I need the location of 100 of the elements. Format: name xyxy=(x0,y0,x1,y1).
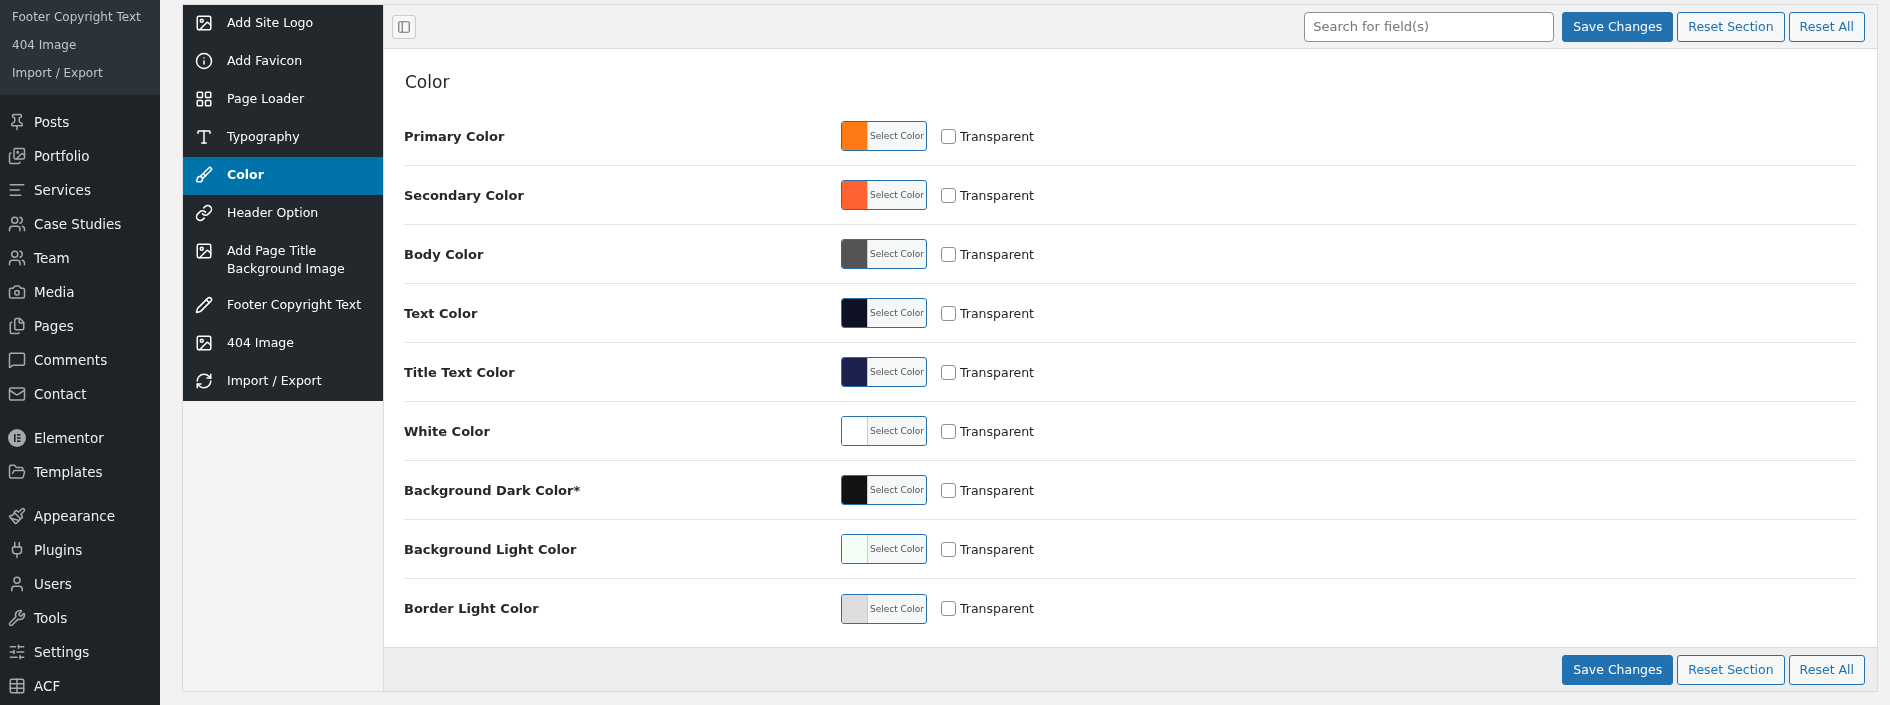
menu-item[interactable]: Pages xyxy=(0,309,160,343)
checkbox[interactable] xyxy=(941,541,956,557)
section-tab[interactable]: Typography xyxy=(183,119,383,157)
images-icon xyxy=(8,147,26,165)
submenu-item[interactable]: Footer Copyright Text xyxy=(0,3,160,31)
checkbox-label: Transparent xyxy=(960,187,1034,203)
menu-label: Case Studies xyxy=(34,216,122,232)
checkbox[interactable] xyxy=(941,364,956,380)
checkbox[interactable] xyxy=(941,305,956,321)
section-tab-label: Footer Copyright Text xyxy=(227,296,362,314)
checkbox[interactable] xyxy=(941,601,956,616)
people-icon xyxy=(8,249,26,267)
section-tab[interactable]: Import / Export xyxy=(183,363,383,401)
section-tab-label: Color xyxy=(227,166,264,184)
checkbox[interactable] xyxy=(941,482,956,498)
section-tab[interactable]: Add Page Title Background Image xyxy=(183,233,383,287)
reset-all-button[interactable]: Reset All xyxy=(1788,11,1865,42)
section-tab[interactable]: Header Option xyxy=(183,195,383,233)
section-tab[interactable]: Footer Copyright Text xyxy=(183,287,383,325)
checkbox-label: Transparent xyxy=(960,541,1034,557)
menu-item[interactable]: Comments xyxy=(0,343,160,377)
checkbox-label: Transparent xyxy=(960,482,1034,498)
refresh-icon xyxy=(195,372,213,390)
field-label: Primary Color xyxy=(404,128,506,144)
color-picker-button[interactable]: Select Color xyxy=(841,180,927,210)
color-picker-button[interactable]: Select Color xyxy=(841,416,927,446)
checkbox[interactable] xyxy=(941,187,956,203)
checkbox-label: Transparent xyxy=(960,128,1034,144)
section-tab[interactable]: 404 Image xyxy=(183,325,383,363)
table-icon xyxy=(8,677,26,695)
menu-item[interactable]: Portfolio xyxy=(0,139,160,173)
search-field[interactable]: Search for field(s) xyxy=(1304,11,1555,42)
menu-item[interactable]: Templates xyxy=(0,455,160,489)
menu-label: Contact xyxy=(34,386,87,402)
menu-item[interactable]: Appearance xyxy=(0,499,160,533)
field-label: Title Text Color xyxy=(404,364,516,380)
menu-item[interactable]: Users xyxy=(0,567,160,601)
section-tab[interactable]: Add Site Logo xyxy=(183,5,383,43)
menu-label: Users xyxy=(34,576,72,592)
menu-label: Posts xyxy=(34,114,70,130)
color-picker-button[interactable]: Select Color xyxy=(841,475,927,505)
menu-label: Team xyxy=(34,250,70,266)
color-picker-button[interactable]: Select Color xyxy=(841,357,927,387)
brush-icon xyxy=(8,507,26,525)
checkbox-label: Transparent xyxy=(960,364,1034,380)
menu-item[interactable]: Plugins xyxy=(0,533,160,567)
image-icon xyxy=(195,242,213,260)
menu-item[interactable]: Case Studies xyxy=(0,207,160,241)
section-tab-label: 404 Image xyxy=(227,334,294,352)
field-label: Background Dark Color* xyxy=(404,482,582,498)
color-picker-button[interactable]: Select Color xyxy=(841,298,927,328)
field-label: Background Light Color xyxy=(404,541,578,557)
save-button[interactable]: Save Changes xyxy=(1562,654,1674,685)
folder-icon xyxy=(8,463,26,481)
section-tab[interactable]: Add Favicon xyxy=(183,43,383,81)
camera-icon xyxy=(8,283,26,301)
menu-item[interactable]: Contact xyxy=(0,377,160,411)
checkbox-label: Transparent xyxy=(960,305,1034,321)
reset-all-button[interactable]: Reset All xyxy=(1788,654,1865,685)
menu-item[interactable]: Team xyxy=(0,241,160,275)
menu-item[interactable]: Elementor xyxy=(0,421,160,455)
submenu-item[interactable]: Import / Export xyxy=(0,59,160,87)
section-tab-label: Add Page Title Background Image xyxy=(227,242,346,278)
section-tab-label: Add Site Logo xyxy=(227,14,314,32)
field-label: Text Color xyxy=(404,305,479,321)
speech-bubble-icon xyxy=(8,351,26,369)
menu-label: Comments xyxy=(34,352,108,368)
checkbox[interactable] xyxy=(941,246,956,262)
menu-item[interactable]: Tools xyxy=(0,601,160,635)
color-picker-button[interactable]: Select Color xyxy=(841,593,927,624)
color-picker-button[interactable]: Select Color xyxy=(841,534,927,564)
pages-icon xyxy=(8,317,26,335)
field-label: Secondary Color xyxy=(404,187,525,203)
menu-item[interactable]: Settings xyxy=(0,635,160,669)
save-button[interactable]: Save Changes xyxy=(1562,11,1674,42)
section-tab[interactable]: Page Loader xyxy=(183,81,383,119)
menu-item[interactable]: Media xyxy=(0,275,160,309)
reset-section-button[interactable]: Reset Section xyxy=(1677,654,1785,685)
menu-item[interactable]: Posts xyxy=(0,105,160,139)
menu-item[interactable]: ACF xyxy=(0,669,160,703)
image-icon xyxy=(195,334,213,352)
user-icon xyxy=(8,575,26,593)
pin-icon xyxy=(8,113,26,131)
checkbox-label: Transparent xyxy=(960,423,1034,439)
brush-icon xyxy=(195,166,213,184)
checkbox[interactable] xyxy=(941,423,956,439)
menu-label: Templates xyxy=(34,464,103,480)
expand-button[interactable] xyxy=(392,14,416,39)
section-tab[interactable]: Color xyxy=(183,157,383,195)
menu-item[interactable]: Services xyxy=(0,173,160,207)
section-tab-label: Add Favicon xyxy=(227,52,303,70)
color-picker-button[interactable]: Select Color xyxy=(841,121,927,151)
color-picker-button[interactable]: Select Color xyxy=(841,239,927,269)
section-tab-label: Typography xyxy=(227,128,300,146)
checkbox[interactable] xyxy=(941,128,956,144)
envelope-icon xyxy=(8,385,26,403)
menu-label: Services xyxy=(34,182,91,198)
submenu-item[interactable]: 404 Image xyxy=(0,31,160,59)
reset-section-button[interactable]: Reset Section xyxy=(1677,11,1785,42)
pencil-icon xyxy=(195,296,213,314)
